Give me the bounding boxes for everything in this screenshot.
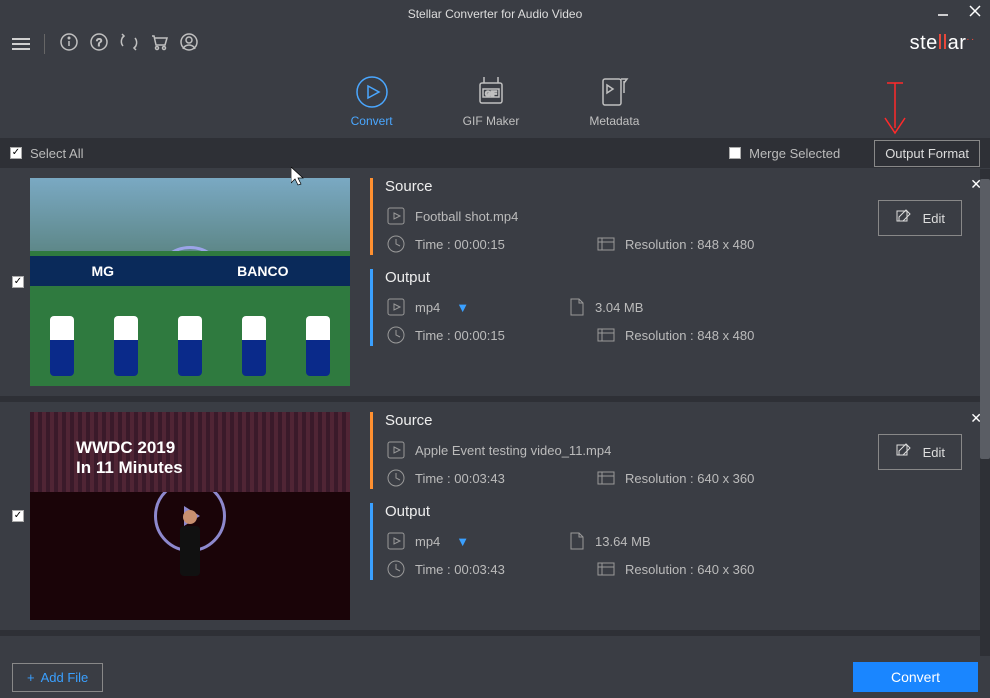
titlebar: Stellar Converter for Audio Video: [0, 0, 990, 28]
list-item: MGBANCO ✕ Edit Source Football shot.mp4: [0, 168, 990, 402]
video-thumbnail[interactable]: MG BANCO: [30, 178, 350, 386]
tab-label: Convert: [351, 114, 393, 128]
svg-text:?: ?: [96, 37, 102, 49]
item-checkbox[interactable]: [12, 276, 24, 288]
thumb-text: MG: [92, 263, 115, 279]
time-cell: Time : 00:00:15: [385, 233, 575, 255]
info-icon[interactable]: [59, 32, 79, 57]
output-format: mp4: [415, 300, 440, 315]
metadata-icon: [595, 74, 633, 110]
time-cell: Time : 00:03:43: [385, 467, 575, 489]
resolution-cell: Resolution : 848 x 480: [595, 324, 785, 346]
plus-icon: +: [27, 670, 35, 685]
select-all-label: Select All: [30, 146, 83, 161]
tab-gif-maker[interactable]: GIF GIF Maker: [463, 74, 520, 128]
app-title: Stellar Converter for Audio Video: [408, 7, 583, 21]
filename-cell: Apple Event testing video_11.mp4: [385, 439, 611, 461]
top-toolbar: ?: [0, 28, 990, 60]
bottom-bar: + Add File Convert: [0, 656, 990, 698]
file-size: 13.64 MB: [595, 534, 651, 549]
tab-metadata[interactable]: Metadata: [589, 74, 639, 128]
size-cell: 3.04 MB: [565, 296, 755, 318]
output-heading: Output: [385, 503, 984, 520]
filename: Football shot.mp4: [415, 209, 518, 224]
file-size: 3.04 MB: [595, 300, 643, 315]
output-format: mp4: [415, 534, 440, 549]
time-cell: Time : 00:03:43: [385, 558, 575, 580]
filename: Apple Event testing video_11.mp4: [415, 443, 611, 458]
user-icon[interactable]: [179, 32, 199, 57]
list-header-bar: Select All Merge Selected Output Format: [0, 138, 990, 168]
video-thumbnail[interactable]: WWDC 2019 In 11 Minutes: [30, 412, 350, 620]
format-cell[interactable]: mp4 ▼: [385, 296, 545, 318]
resolution-cell: Resolution : 640 x 360: [595, 558, 785, 580]
chevron-down-icon: ▼: [456, 534, 469, 549]
cart-icon[interactable]: [149, 32, 169, 57]
source-heading: Source: [385, 178, 984, 195]
merge-selected-checkbox[interactable]: [729, 147, 741, 159]
edit-button[interactable]: Edit: [878, 200, 962, 236]
select-all-checkbox[interactable]: [10, 147, 22, 159]
tab-convert[interactable]: Convert: [351, 74, 393, 128]
filename-cell: Football shot.mp4: [385, 205, 575, 227]
gif-icon: GIF: [472, 74, 510, 110]
edit-button[interactable]: Edit: [878, 434, 962, 470]
chevron-down-icon: ▼: [456, 300, 469, 315]
output-format-button[interactable]: Output Format: [874, 140, 980, 167]
tab-label: GIF Maker: [463, 114, 520, 128]
add-file-label: Add File: [41, 670, 89, 685]
resolution-cell: Resolution : 848 x 480: [595, 233, 785, 255]
output-heading: Output: [385, 269, 984, 286]
thumb-text: WWDC 2019 In 11 Minutes: [76, 438, 183, 479]
close-button[interactable]: [966, 2, 984, 20]
minimize-button[interactable]: [934, 2, 952, 20]
scrollbar-thumb[interactable]: [980, 179, 990, 459]
refresh-icon[interactable]: [119, 32, 139, 57]
main-tabs: Convert GIF GIF Maker Metadata: [0, 60, 990, 138]
file-list: MGBANCO ✕ Edit Source Football shot.mp4: [0, 168, 990, 646]
list-item: WWDC 2019 In 11 Minutes ✕ Edit Source Ap…: [0, 402, 990, 636]
add-file-button[interactable]: + Add File: [12, 663, 103, 692]
resolution-cell: Resolution : 640 x 360: [595, 467, 785, 489]
menu-icon[interactable]: [12, 38, 30, 50]
edit-label: Edit: [923, 445, 945, 460]
item-checkbox[interactable]: [12, 510, 24, 522]
size-cell: 13.64 MB: [565, 530, 755, 552]
tab-label: Metadata: [589, 114, 639, 128]
brand-logo: stellar..: [910, 32, 976, 55]
help-icon[interactable]: ?: [89, 32, 109, 57]
merge-selected-label: Merge Selected: [749, 146, 840, 161]
divider: [44, 34, 45, 54]
thumb-text: BANCO: [237, 263, 288, 279]
source-heading: Source: [385, 412, 984, 429]
edit-label: Edit: [923, 211, 945, 226]
format-cell[interactable]: mp4 ▼: [385, 530, 545, 552]
svg-text:GIF: GIF: [485, 91, 497, 98]
convert-button[interactable]: Convert: [853, 662, 978, 692]
time-cell: Time : 00:00:15: [385, 324, 575, 346]
convert-icon: [353, 74, 391, 110]
scrollbar[interactable]: [980, 169, 990, 656]
